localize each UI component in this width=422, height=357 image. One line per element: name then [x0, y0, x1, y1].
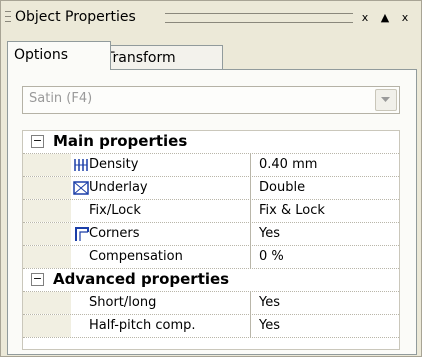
category-label: Main properties: [53, 132, 188, 150]
chevron-down-icon: [381, 97, 390, 102]
close-icon[interactable]: x: [357, 10, 373, 25]
tab-transform[interactable]: Transform: [99, 45, 223, 70]
title-bar-divider: [165, 13, 353, 23]
property-row-half-pitch[interactable]: Half-pitch comp. Yes: [23, 315, 399, 338]
property-row-short-long[interactable]: Short/long Yes: [23, 292, 399, 315]
property-row-underlay[interactable]: Underlay Double: [23, 177, 399, 200]
property-name: Compensation: [71, 246, 251, 268]
property-name: Corners: [71, 223, 251, 245]
property-value[interactable]: Yes: [259, 292, 280, 314]
property-name: Underlay: [71, 177, 251, 199]
object-properties-window: Object Properties x ▲ x Options Transfor…: [0, 0, 422, 357]
property-name: Density: [71, 154, 251, 176]
property-name: Fix/Lock: [71, 200, 251, 222]
category-advanced-properties[interactable]: − Advanced properties: [23, 269, 399, 292]
property-value[interactable]: 0.40 mm: [259, 154, 317, 176]
row-gutter: [23, 177, 71, 199]
dropdown-button[interactable]: [375, 89, 397, 111]
collapse-toggle-icon[interactable]: −: [31, 273, 44, 286]
stitch-type-select[interactable]: Satin (F4): [22, 86, 400, 114]
title-bar[interactable]: Object Properties x ▲ x: [5, 7, 417, 29]
drag-grip-icon[interactable]: [5, 11, 11, 23]
property-value[interactable]: Yes: [259, 315, 280, 337]
property-row-fix-lock[interactable]: Fix/Lock Fix & Lock: [23, 200, 399, 223]
property-value[interactable]: Fix & Lock: [259, 200, 325, 222]
tab-options[interactable]: Options: [7, 41, 111, 70]
row-gutter: [23, 292, 71, 314]
row-gutter: [23, 315, 71, 337]
category-label: Advanced properties: [53, 270, 230, 288]
stitch-type-value: Satin (F4): [29, 91, 93, 106]
row-gutter: [23, 223, 71, 245]
close-button-icon[interactable]: x: [397, 10, 413, 25]
property-name: Short/long: [71, 292, 251, 314]
collapse-up-icon[interactable]: ▲: [377, 10, 393, 25]
property-row-density[interactable]: Density 0.40 mm: [23, 154, 399, 177]
options-panel: Satin (F4) − Main properties Density 0.4…: [7, 69, 417, 355]
window-title: Object Properties: [15, 9, 136, 25]
property-grid: − Main properties Density 0.40 mm Underl: [22, 130, 400, 350]
property-row-compensation[interactable]: Compensation 0 %: [23, 246, 399, 269]
property-value[interactable]: Double: [259, 177, 305, 199]
row-gutter: [23, 246, 71, 268]
category-main-properties[interactable]: − Main properties: [23, 131, 399, 154]
collapse-toggle-icon[interactable]: −: [31, 135, 44, 148]
row-gutter: [23, 200, 71, 222]
property-value[interactable]: Yes: [259, 223, 280, 245]
property-row-corners[interactable]: Corners Yes: [23, 223, 399, 246]
property-value[interactable]: 0 %: [259, 246, 284, 268]
row-gutter: [23, 154, 71, 176]
property-name: Half-pitch comp.: [71, 315, 251, 337]
